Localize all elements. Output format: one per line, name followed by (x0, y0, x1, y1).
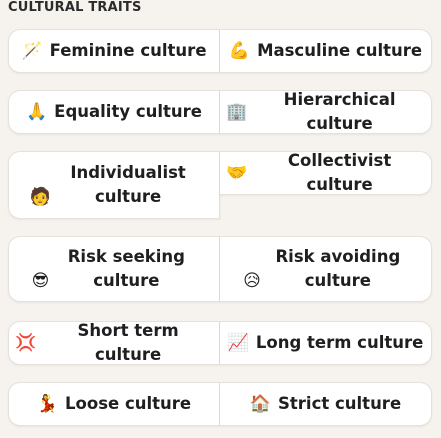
trait-label: Short term culture (77, 321, 179, 364)
trait-label: Risk seeking culture (67, 247, 185, 290)
trait-label: Strict culture (278, 394, 402, 413)
house-icon: 🏠 (249, 394, 272, 414)
section-title: CULTURAL TRAITS (8, 0, 142, 15)
person-icon: 🧑 (29, 187, 52, 207)
trait-equality-culture[interactable]: 🙏 Equality culture (8, 90, 220, 134)
trait-label: Individualist culture (70, 163, 186, 206)
trait-feminine-culture[interactable]: 🪄 Feminine culture (8, 29, 220, 73)
trait-label: Long term culture (255, 333, 424, 352)
office-building-icon: 🏢 (226, 102, 248, 122)
trait-risk-seeking-culture[interactable]: 😎 Risk seeking culture (8, 236, 220, 302)
flexed-biceps-icon: 💪 (228, 41, 251, 61)
trait-hierarchical-culture[interactable]: 🏢 Hierarchical culture (220, 90, 432, 134)
trait-label: Hierarchical culture (283, 90, 396, 133)
trait-individualist-culture[interactable]: 🧑 Individualist culture (8, 151, 220, 219)
dancer-icon: 💃 (36, 394, 59, 414)
trait-strict-culture[interactable]: 🏠 Strict culture (220, 382, 432, 426)
trait-label: Collectivist culture (287, 151, 392, 194)
folded-hands-icon: 🙏 (26, 102, 48, 122)
trait-loose-culture[interactable]: 💃 Loose culture (8, 382, 220, 426)
chart-up-icon: 📈 (227, 333, 249, 353)
collision-icon: 💢 (15, 333, 37, 353)
wand-icon: 🪄 (21, 41, 43, 61)
trait-collectivist-culture[interactable]: 🤝 Collectivist culture (220, 151, 432, 195)
trait-label: Loose culture (65, 394, 192, 413)
worried-face-icon: 😥 (243, 271, 261, 291)
handshake-icon: 🤝 (226, 163, 248, 183)
trait-masculine-culture[interactable]: 💪 Masculine culture (220, 29, 432, 73)
trait-label: Risk avoiding culture (275, 247, 401, 290)
trait-label: Equality culture (54, 102, 202, 121)
trait-label: Masculine culture (257, 41, 423, 60)
trait-risk-avoiding-culture[interactable]: 😥 Risk avoiding culture (220, 236, 432, 302)
trait-short-term-culture[interactable]: 💢 Short term culture (8, 321, 220, 365)
trait-long-term-culture[interactable]: 📈 Long term culture (220, 321, 432, 365)
sunglasses-face-icon: 😎 (31, 271, 50, 291)
trait-label: Feminine culture (49, 41, 207, 60)
